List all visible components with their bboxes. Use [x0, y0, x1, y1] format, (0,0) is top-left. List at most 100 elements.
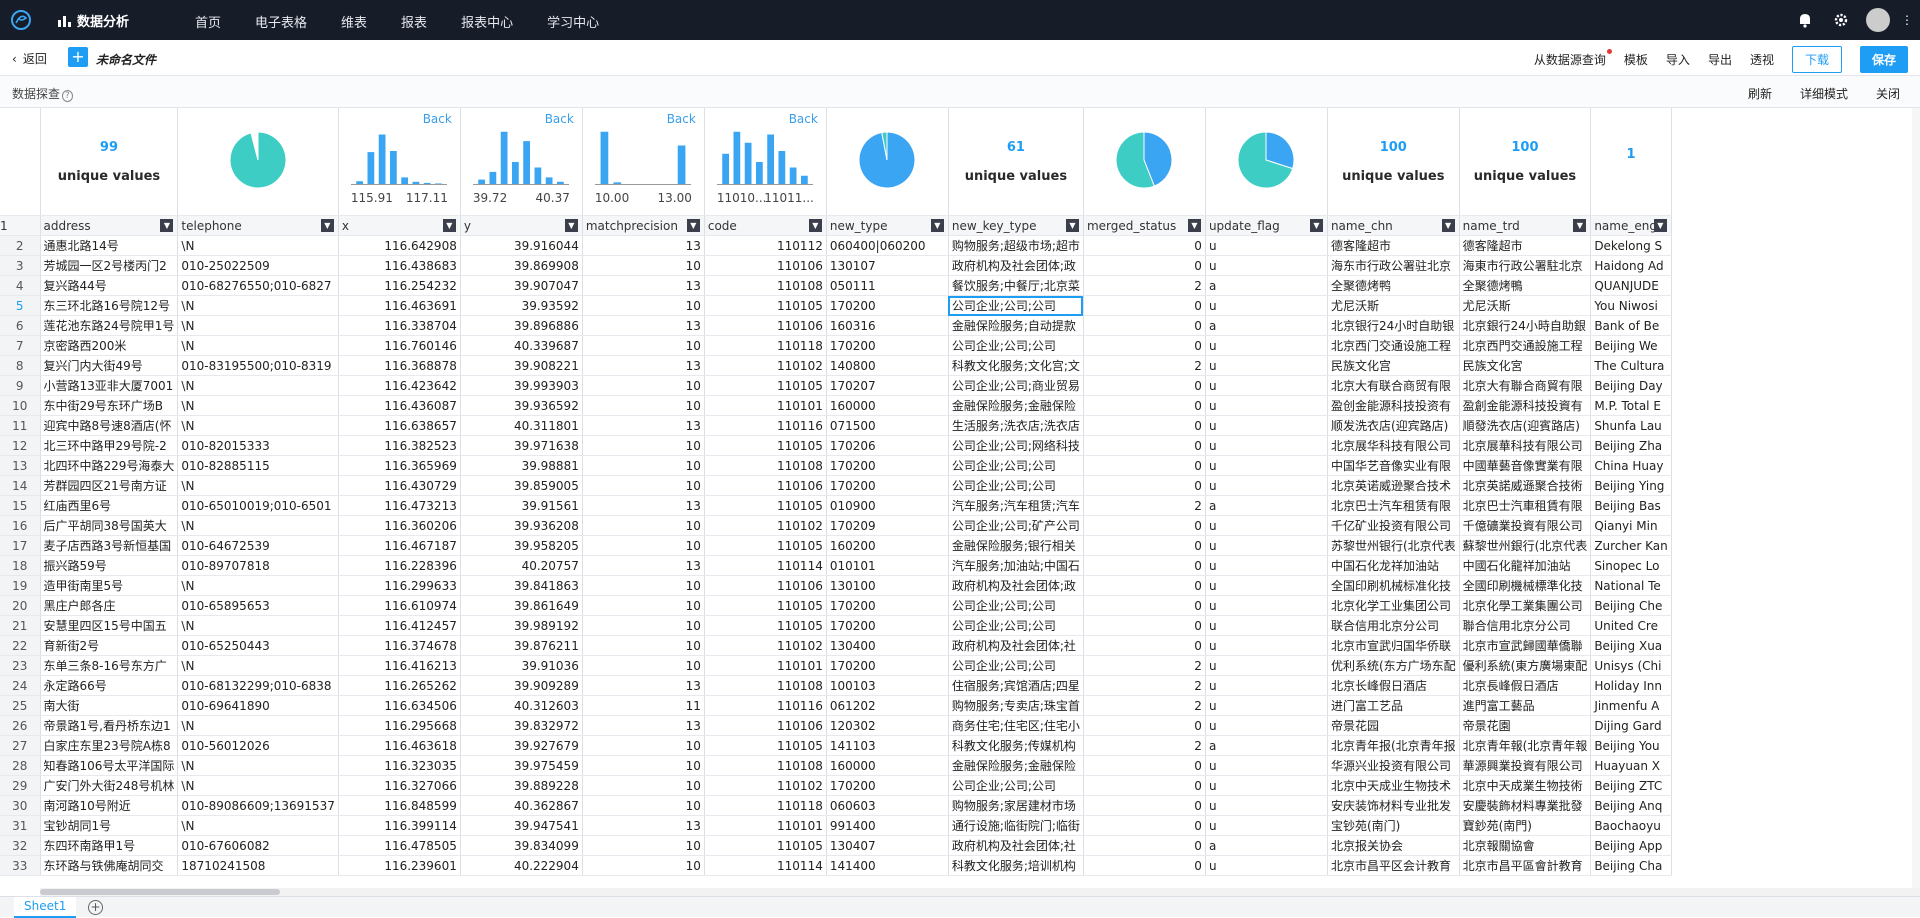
table-cell[interactable]: Beijing Zha: [1590, 435, 1672, 456]
table-cell[interactable]: 110112: [704, 235, 827, 256]
histogram-bar[interactable]: [744, 142, 752, 184]
app-logo-icon[interactable]: [10, 9, 32, 31]
table-cell[interactable]: 莲花池东路24号院甲1号: [40, 315, 179, 336]
column-header-y[interactable]: y ▼: [460, 215, 583, 236]
table-cell[interactable]: 0: [1083, 755, 1206, 776]
table-cell[interactable]: 170207: [826, 375, 949, 396]
histogram-bar[interactable]: [511, 162, 519, 184]
row-number[interactable]: 11: [0, 415, 41, 436]
table-cell[interactable]: 红庙西里6号: [40, 495, 179, 516]
table-cell[interactable]: 130100: [826, 575, 949, 596]
table-cell[interactable]: 北京报关协会: [1327, 835, 1460, 856]
table-cell[interactable]: 东三环北路16号院12号: [40, 295, 179, 316]
table-cell[interactable]: \N: [177, 815, 339, 836]
histogram-bar[interactable]: [489, 171, 497, 184]
table-cell[interactable]: 39.869908: [460, 255, 583, 276]
table-cell[interactable]: Huayuan X: [1590, 755, 1672, 776]
detail-mode-button[interactable]: 详细模式: [1800, 85, 1848, 102]
table-cell[interactable]: 中国石化龙祥加油站: [1327, 555, 1460, 576]
table-cell[interactable]: \N: [177, 315, 339, 336]
table-cell[interactable]: 10: [582, 795, 705, 816]
column-header-address[interactable]: address ▼: [40, 215, 179, 236]
row-number[interactable]: 30: [0, 795, 41, 816]
table-cell[interactable]: 育新街2号: [40, 635, 179, 656]
table-cell[interactable]: 170200: [826, 295, 949, 316]
table-cell[interactable]: 116.323035: [338, 755, 461, 776]
table-cell[interactable]: 知春路106号太平洋国际: [40, 755, 179, 776]
table-cell[interactable]: 联合信用北京分公司: [1327, 615, 1460, 636]
table-cell[interactable]: 116.436087: [338, 395, 461, 416]
table-cell[interactable]: 110105: [704, 495, 827, 516]
table-cell[interactable]: 购物服务;超级市场;超市: [948, 235, 1084, 256]
table-cell[interactable]: 116.239601: [338, 855, 461, 876]
table-cell[interactable]: 0: [1083, 315, 1206, 336]
table-cell[interactable]: 北京巴士汽車租賃有限: [1459, 495, 1592, 516]
table-cell[interactable]: 10: [582, 375, 705, 396]
table-cell[interactable]: 13: [582, 315, 705, 336]
table-cell[interactable]: 39.975459: [460, 755, 583, 776]
table-cell[interactable]: 北京長峰假日酒店: [1459, 675, 1592, 696]
row-number[interactable]: 16: [0, 515, 41, 536]
table-cell[interactable]: 北京市昌平區會計教育: [1459, 855, 1592, 876]
row-number[interactable]: 32: [0, 835, 41, 856]
histogram-bar[interactable]: [545, 177, 553, 184]
table-cell[interactable]: 116.299633: [338, 575, 461, 596]
table-cell[interactable]: 110105: [704, 835, 827, 856]
table-cell[interactable]: 110106: [704, 255, 827, 276]
table-cell[interactable]: 尤尼沃斯: [1459, 295, 1592, 316]
refresh-button[interactable]: 刷新: [1748, 85, 1772, 102]
table-cell[interactable]: Unisys (Chi: [1590, 655, 1672, 676]
table-cell[interactable]: a: [1205, 735, 1328, 756]
table-cell[interactable]: 010-82015333: [177, 435, 339, 456]
table-cell[interactable]: 116.463691: [338, 295, 461, 316]
table-cell[interactable]: u: [1205, 795, 1328, 816]
table-cell[interactable]: 050111: [826, 275, 949, 296]
table-cell[interactable]: 科教文化服务;文化宫;文: [948, 355, 1084, 376]
table-cell[interactable]: 116.412457: [338, 615, 461, 636]
table-cell[interactable]: a: [1205, 495, 1328, 516]
table-cell[interactable]: 金融保险服务;银行相关: [948, 535, 1084, 556]
table-cell[interactable]: u: [1205, 655, 1328, 676]
table-cell[interactable]: 0: [1083, 635, 1206, 656]
table-cell[interactable]: 帝景花园: [1327, 715, 1460, 736]
table-cell[interactable]: 116.365969: [338, 455, 461, 476]
table-cell[interactable]: Beijing Day: [1590, 375, 1672, 396]
table-cell[interactable]: Beijing Che: [1590, 595, 1672, 616]
table-cell[interactable]: 北京展華科技有限公司: [1459, 435, 1592, 456]
table-cell[interactable]: Beijing App: [1590, 835, 1672, 856]
table-cell[interactable]: 13: [582, 815, 705, 836]
column-header-merged-status[interactable]: merged_status ▼: [1083, 215, 1206, 236]
table-cell[interactable]: u: [1205, 695, 1328, 716]
table-cell[interactable]: a: [1205, 835, 1328, 856]
table-cell[interactable]: 13: [582, 495, 705, 516]
table-cell[interactable]: \N: [177, 655, 339, 676]
table-cell[interactable]: 39.832972: [460, 715, 583, 736]
table-cell[interactable]: 北京英諾威遜聚合技術: [1459, 475, 1592, 496]
table-cell[interactable]: \N: [177, 615, 339, 636]
table-cell[interactable]: 141400: [826, 855, 949, 876]
row-number[interactable]: 4: [0, 275, 41, 296]
table-cell[interactable]: 39.927679: [460, 735, 583, 756]
column-filter-dropdown-icon[interactable]: ▼: [1187, 219, 1201, 232]
table-cell[interactable]: 10: [582, 295, 705, 316]
histogram-bar[interactable]: [523, 141, 530, 184]
table-cell[interactable]: 110106: [704, 715, 827, 736]
table-cell[interactable]: 010-65250443: [177, 635, 339, 656]
table-cell[interactable]: 北京銀行24小時自助銀: [1459, 315, 1592, 336]
row-number[interactable]: 19: [0, 575, 41, 596]
table-cell[interactable]: 116.642908: [338, 235, 461, 256]
column-filter-dropdown-icon[interactable]: ▼: [1065, 219, 1079, 232]
table-cell[interactable]: 116.638657: [338, 415, 461, 436]
histogram-bar[interactable]: [733, 131, 741, 184]
histogram-bar[interactable]: [389, 151, 397, 184]
table-cell[interactable]: 顺发洗衣店(迎宾路店): [1327, 415, 1460, 436]
table-cell[interactable]: \N: [177, 775, 339, 796]
row-number[interactable]: 28: [0, 755, 41, 776]
table-cell[interactable]: 2: [1083, 735, 1206, 756]
table-cell[interactable]: 公司企业;公司;网络科技: [948, 435, 1084, 456]
table-cell[interactable]: 39.936592: [460, 395, 583, 416]
table-cell[interactable]: 116.327066: [338, 775, 461, 796]
table-cell[interactable]: u: [1205, 295, 1328, 316]
table-cell[interactable]: 餐饮服务;中餐厅;北京菜: [948, 275, 1084, 296]
table-cell[interactable]: u: [1205, 575, 1328, 596]
